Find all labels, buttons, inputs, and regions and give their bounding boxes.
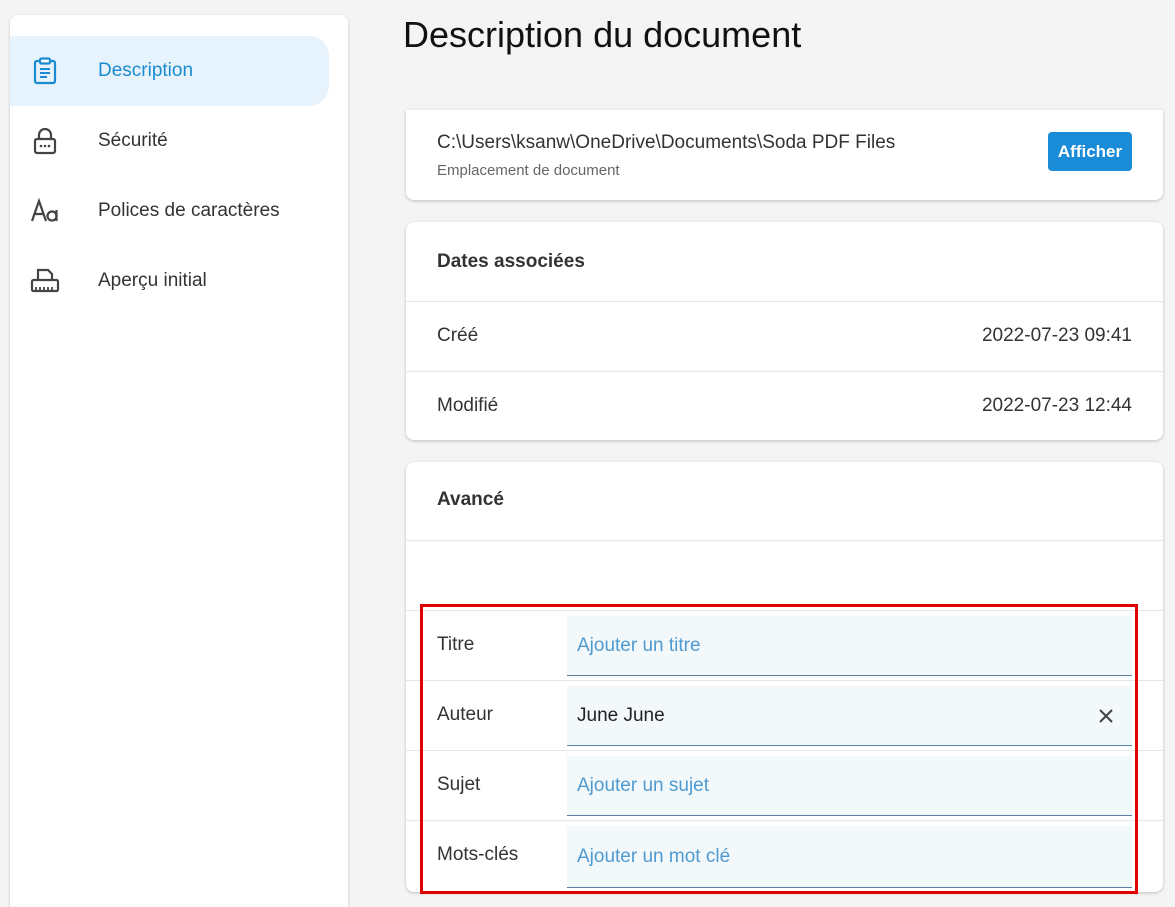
advanced-header: Avancé	[437, 489, 504, 510]
date-value: 2022-07-23 09:41	[981, 325, 1132, 346]
location-card: C:\Users\ksanw\OneDrive\Documents\Soda P…	[406, 110, 1163, 200]
document-path-caption: Emplacement de document	[437, 162, 620, 179]
page-title: Description du document	[403, 14, 802, 55]
font-icon	[30, 196, 60, 226]
dates-header-row: Dates associées	[406, 231, 1163, 302]
date-label: Modifié	[437, 395, 499, 416]
printer-icon	[30, 266, 60, 296]
advanced-spacer-row	[406, 541, 1163, 611]
title-input[interactable]	[567, 616, 1132, 675]
title-field	[567, 616, 1132, 676]
advanced-card: Avancé Titre Auteur Sujet	[406, 462, 1163, 892]
document-properties-window: Description Sécurité Polices de caractèr…	[0, 0, 1175, 907]
keywords-field	[567, 826, 1132, 888]
sidebar-item-label: Aperçu initial	[98, 270, 207, 291]
date-row-created: Créé 2022-07-23 09:41	[406, 302, 1163, 372]
advanced-header-row: Avancé	[406, 462, 1163, 541]
clipboard-icon	[30, 56, 60, 86]
keywords-input[interactable]	[567, 826, 1132, 887]
field-label: Mots-clés	[437, 844, 519, 865]
sidebar-item-label: Sécurité	[98, 130, 168, 151]
date-value: 2022-07-23 12:44	[981, 395, 1132, 416]
sidebar: Description Sécurité Polices de caractèr…	[10, 15, 348, 907]
sidebar-item-label: Polices de caractères	[98, 200, 280, 221]
author-input[interactable]	[567, 686, 1132, 745]
dates-header: Dates associées	[437, 251, 585, 272]
show-location-button[interactable]: Afficher	[1048, 132, 1132, 171]
dates-card: Dates associées Créé 2022-07-23 09:41 Mo…	[406, 222, 1163, 440]
author-field	[567, 686, 1132, 746]
sidebar-item-apercu[interactable]: Aperçu initial	[10, 246, 329, 316]
clear-icon[interactable]	[1094, 704, 1118, 728]
field-row-auteur: Auteur	[406, 681, 1163, 751]
sidebar-item-description[interactable]: Description	[10, 36, 329, 106]
document-path: C:\Users\ksanw\OneDrive\Documents\Soda P…	[437, 132, 896, 153]
field-label: Auteur	[437, 704, 493, 725]
sidebar-item-label: Description	[98, 60, 194, 81]
field-row-mots-cles: Mots-clés	[406, 821, 1163, 891]
sidebar-item-securite[interactable]: Sécurité	[10, 106, 329, 176]
field-label: Sujet	[437, 774, 481, 795]
subject-input[interactable]	[567, 756, 1132, 815]
field-row-sujet: Sujet	[406, 751, 1163, 821]
field-label: Titre	[437, 634, 475, 655]
lock-icon	[30, 126, 60, 156]
sidebar-item-polices[interactable]: Polices de caractères	[10, 176, 329, 246]
date-row-modified: Modifié 2022-07-23 12:44	[406, 372, 1163, 442]
field-row-titre: Titre	[406, 611, 1163, 681]
date-label: Créé	[437, 325, 479, 346]
subject-field	[567, 756, 1132, 816]
